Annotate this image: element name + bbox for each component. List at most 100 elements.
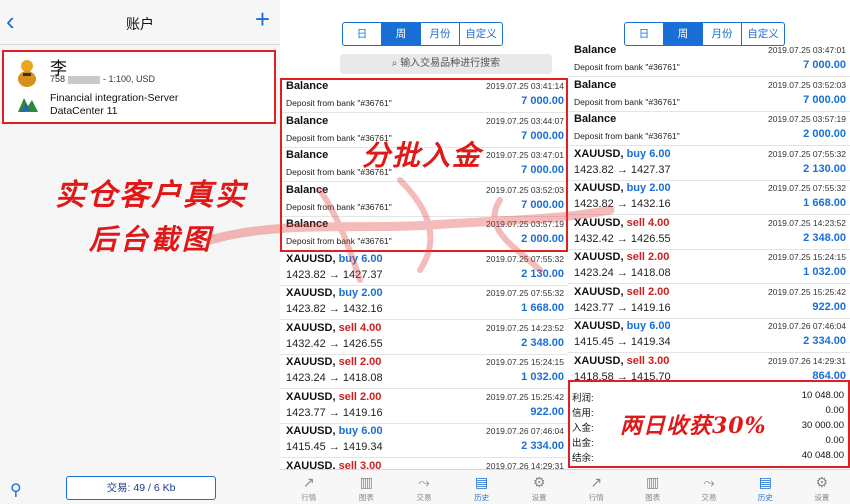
segment-custom[interactable]: 自定义 <box>460 23 502 45</box>
trade-row[interactable]: XAUUSD, sell 4.00 2019.07.25 14:23:52 1432… <box>280 320 568 355</box>
row-amount: 7 000.00 <box>803 93 846 106</box>
row-date: 2019.07.25 03:52:03 <box>768 79 846 90</box>
page-title: 账户 <box>126 16 154 32</box>
row-amount: 2 348.00 <box>803 231 846 244</box>
row-comment: Deposit from bank "#36761" <box>574 62 680 72</box>
balance-row[interactable]: Balance 2019.07.25 03:47:01 Deposit from b… <box>568 42 850 77</box>
history-list: Balance 2019.07.25 03:47:01 Deposit from b… <box>568 42 850 388</box>
row-side: buy 6.00 <box>626 320 671 332</box>
tab-settings[interactable]: ⚙ 设置 <box>794 470 850 504</box>
row-date: 2019.07.25 07:55:32 <box>486 288 564 298</box>
row-side: buy 6.00 <box>338 425 383 437</box>
trade-row[interactable]: XAUUSD, buy 6.00 2019.07.25 07:55:32 1423.… <box>280 251 568 286</box>
trade-row[interactable]: XAUUSD, buy 6.00 2019.07.26 07:46:04 1415.… <box>280 423 568 458</box>
row-prices: 1423.82 → 1427.37 <box>574 163 671 176</box>
row-prices: 1432.42 → 1426.55 <box>286 337 383 350</box>
bottom-tab-bar: ↗ 行情 ▥ 图表 ⤳ 交易 ▤ 历史 ⚙ 设置 <box>280 469 568 504</box>
tab-history[interactable]: ▤ 历史 <box>453 470 511 504</box>
tab-trade[interactable]: ⤳ 交易 <box>395 470 453 504</box>
add-account-icon[interactable]: + <box>255 4 270 34</box>
row-date: 2019.07.25 14:23:52 <box>486 322 564 333</box>
tab-history[interactable]: ▤ 历史 <box>737 470 793 504</box>
settings-icon: ⚙ <box>532 474 546 490</box>
tab-settings[interactable]: ⚙ 设置 <box>510 470 568 504</box>
row-date: 2019.07.26 14:29:31 <box>768 355 846 366</box>
history-icon: ▤ <box>474 474 489 490</box>
row-amount: 7 000.00 <box>803 59 846 71</box>
row-symbol: XAUUSD, sell 2.00 <box>574 251 670 263</box>
row-date: 2019.07.25 07:55:32 <box>768 183 846 193</box>
trade-row[interactable]: XAUUSD, sell 2.00 2019.07.25 15:25:42 1423… <box>280 389 568 424</box>
account-card[interactable]: 李 758- 1:100, USD Financial integration-… <box>2 50 276 124</box>
row-date: 2019.07.25 14:23:52 <box>768 217 846 228</box>
segment-week[interactable]: 周 <box>382 23 421 45</box>
row-prices: 1423.77 → 1419.16 <box>574 301 671 314</box>
segment-day[interactable]: 日 <box>343 23 382 45</box>
trade-row[interactable]: XAUUSD, sell 2.00 2019.07.25 15:24:15 1423… <box>280 354 568 389</box>
row-symbol: XAUUSD, buy 6.00 <box>286 425 383 437</box>
row-comment: Deposit from bank "#36761" <box>574 96 680 107</box>
chart-icon: ▥ <box>359 474 373 490</box>
row-date: 2019.07.26 07:46:04 <box>768 321 846 331</box>
bottom-tab-bar: ↗ 行情 ▥ 图表 ⤳ 交易 ▤ 历史 ⚙ 设置 <box>568 469 850 504</box>
tab-quotes[interactable]: ↗ 行情 <box>280 470 338 504</box>
promo-text-profit: 两日收获30% <box>620 413 767 439</box>
tab-label: 图表 <box>358 493 374 502</box>
trade-row[interactable]: XAUUSD, buy 6.00 2019.07.25 07:55:32 1423.… <box>568 146 850 181</box>
row-date: 2019.07.25 15:25:42 <box>768 286 846 297</box>
row-amount: 922.00 <box>812 300 846 313</box>
row-side: sell 2.00 <box>626 285 670 298</box>
trade-row[interactable]: XAUUSD, buy 2.00 2019.07.25 07:55:32 1423.… <box>280 285 568 320</box>
period-segment: 日 周 月份 自定义 <box>342 22 503 46</box>
tab-quotes[interactable]: ↗ 行情 <box>568 470 624 504</box>
history-icon: ▤ <box>758 474 773 490</box>
row-symbol: Balance <box>574 78 617 91</box>
row-date: 2019.07.26 07:46:04 <box>486 426 564 436</box>
tab-chart[interactable]: ▥ 图表 <box>624 470 680 504</box>
row-side: sell 4.00 <box>338 321 382 334</box>
balance-row[interactable]: Balance 2019.07.25 03:52:03 Deposit from b… <box>568 77 850 112</box>
row-prices: 1423.24 → 1418.08 <box>574 267 671 279</box>
trade-info-button[interactable]: 交易: 49 / 6 Kb <box>66 476 216 500</box>
row-side: buy 2.00 <box>626 182 671 194</box>
row-amount: 2 334.00 <box>521 440 564 452</box>
tab-trade[interactable]: ⤳ 交易 <box>681 470 737 504</box>
trade-row[interactable]: XAUUSD, buy 2.00 2019.07.25 07:55:32 1423.… <box>568 180 850 215</box>
symbol-search-input[interactable]: ⌕ 输入交易品种进行搜索 <box>340 54 552 74</box>
trade-row[interactable]: XAUUSD, buy 6.00 2019.07.26 07:46:04 1415.… <box>568 318 850 353</box>
row-comment: Deposit from bank "#36761" <box>574 131 680 141</box>
tab-label: 行情 <box>301 493 317 502</box>
row-symbol: XAUUSD, buy 2.00 <box>286 287 383 299</box>
key-icon[interactable]: ⚲ <box>10 480 22 500</box>
row-symbol: XAUUSD, buy 2.00 <box>574 182 671 194</box>
tab-chart[interactable]: ▥ 图表 <box>338 470 396 504</box>
accounts-header: ‹ 账户 + <box>0 0 280 45</box>
row-side: buy 6.00 <box>626 147 671 160</box>
row-symbol: XAUUSD, sell 4.00 <box>574 216 670 229</box>
row-amount: 1 032.00 <box>521 371 564 383</box>
row-symbol: XAUUSD, sell 4.00 <box>286 321 382 334</box>
trade-row[interactable]: XAUUSD, sell 2.00 2019.07.25 15:25:42 1423… <box>568 284 850 319</box>
account-number: 758- 1:100, USD <box>50 74 156 84</box>
datacenter-name: DataCenter 11 <box>50 105 118 117</box>
quotes-icon: ↗ <box>302 474 315 490</box>
trade-icon: ⤳ <box>418 474 430 490</box>
segment-month[interactable]: 月份 <box>421 23 460 45</box>
trade-row[interactable]: XAUUSD, sell 2.00 2019.07.25 15:24:15 1423… <box>568 249 850 284</box>
row-side: sell 3.00 <box>626 354 670 367</box>
row-symbol: Balance <box>574 44 617 56</box>
row-date: 2019.07.25 03:57:19 <box>768 114 846 124</box>
row-side: buy 6.00 <box>338 252 383 265</box>
metatrader-logo-icon <box>18 98 38 112</box>
promo-text-line1: 实仓客户真实 <box>55 178 247 213</box>
promo-text-deposits: 分批入金 <box>362 139 483 172</box>
row-side: sell 4.00 <box>626 216 670 229</box>
trade-row[interactable]: XAUUSD, sell 4.00 2019.07.25 14:23:52 1432… <box>568 215 850 250</box>
tab-label: 设置 <box>531 493 547 502</box>
row-date: 2019.07.25 07:55:32 <box>768 148 846 159</box>
balance-row[interactable]: Balance 2019.07.25 03:57:19 Deposit from b… <box>568 111 850 146</box>
row-prices: 1423.24 → 1418.08 <box>286 372 383 384</box>
tab-label: 交易 <box>416 493 432 502</box>
row-symbol: XAUUSD, buy 6.00 <box>286 252 383 265</box>
account-avatar-icon <box>18 60 36 87</box>
